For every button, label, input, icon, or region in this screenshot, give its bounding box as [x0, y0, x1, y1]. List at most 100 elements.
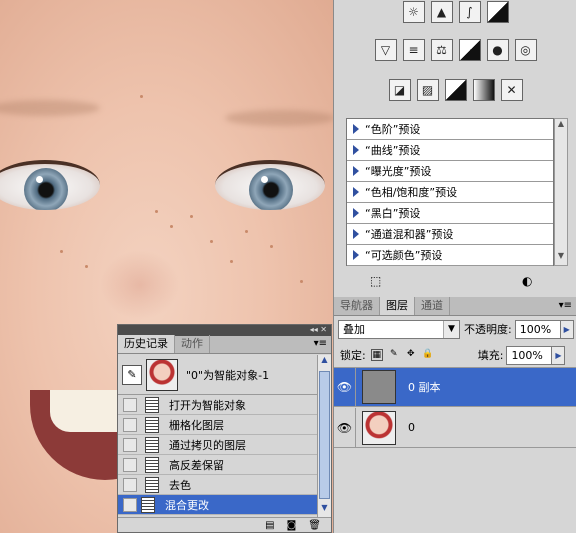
panel-options-icon[interactable]: ◐ — [522, 274, 532, 288]
expand-arrow-icon[interactable] — [353, 229, 359, 239]
expand-arrow-icon[interactable] — [353, 145, 359, 155]
lock-label: 锁定: — [340, 349, 366, 362]
photo-filter-icon[interactable]: ● — [486, 39, 509, 61]
new-document-from-state-icon[interactable]: ▤ — [265, 520, 274, 531]
layer-row[interactable]: 👁 0 副本 — [334, 367, 576, 407]
document-step-icon — [145, 476, 159, 493]
lock-fill-row: 锁定: ▦ ✎ ✥ 🔒 填充: 100% ▶ — [334, 344, 576, 366]
left-eyebrow — [0, 100, 100, 116]
panel-menu-icon[interactable]: ▾≡ — [559, 297, 576, 315]
history-brush-checkbox[interactable] — [123, 397, 137, 412]
history-brush-checkbox[interactable] — [123, 417, 137, 432]
tab-actions[interactable]: 动作 — [175, 335, 210, 353]
preset-item[interactable]: “通道混和器”预设 — [347, 224, 553, 245]
blend-opacity-row: 叠加 ▼ 不透明度: 100% ▶ — [334, 318, 576, 340]
nose — [100, 250, 180, 320]
levels-icon[interactable]: ▲ — [430, 1, 453, 23]
document-step-icon — [141, 496, 155, 513]
history-scrollbar[interactable]: ▲ ▼ — [317, 355, 331, 517]
preset-item[interactable]: “可选颜色”预设 — [347, 245, 553, 266]
lock-transparency-icon[interactable]: ▦ — [370, 349, 383, 361]
threshold-icon[interactable] — [444, 79, 467, 101]
posterize-icon[interactable]: ▨ — [416, 79, 439, 101]
history-snapshot[interactable]: ✎ "0"为智能对象-1 — [118, 355, 317, 395]
history-step[interactable]: 栅格化图层 — [118, 415, 317, 435]
visibility-eye-icon[interactable]: 👁 — [334, 407, 356, 448]
panel-menu-icon[interactable]: ▾≡ — [314, 335, 331, 353]
layers-panel-tabs: 导航器 图层 通道 ▾≡ — [334, 297, 576, 316]
opacity-input[interactable]: 100% ▶ — [514, 319, 574, 339]
brightness-icon[interactable]: ☼ — [402, 1, 425, 23]
scrollbar-thumb[interactable] — [319, 371, 330, 499]
adjustment-icons-row-3: ◪ ▨ ✕ — [334, 79, 576, 101]
trash-icon[interactable]: 🗑 — [308, 520, 321, 531]
document-step-icon — [145, 396, 159, 413]
document-step-icon — [145, 456, 159, 473]
preset-item[interactable]: “黑白”预设 — [347, 203, 553, 224]
curves-icon[interactable]: ∫ — [458, 1, 481, 23]
hue-saturation-icon[interactable]: ≡ — [402, 39, 425, 61]
fill-label: 填充: — [477, 349, 504, 362]
lock-all-icon[interactable]: 🔒 — [422, 349, 434, 361]
tab-layers[interactable]: 图层 — [380, 297, 415, 315]
lock-pixels-icon[interactable]: ✎ — [388, 349, 400, 361]
fill-input[interactable]: 100% ▶ — [506, 345, 566, 365]
invert-icon[interactable]: ◪ — [388, 79, 411, 101]
scroll-down-icon[interactable]: ▼ — [555, 251, 567, 265]
expand-arrow-icon[interactable] — [353, 124, 359, 134]
snapshot-thumbnail — [146, 358, 178, 391]
black-white-icon[interactable] — [458, 39, 481, 61]
tab-navigator[interactable]: 导航器 — [334, 297, 380, 315]
history-brush-checkbox[interactable] — [123, 457, 137, 472]
tab-history[interactable]: 历史记录 — [118, 335, 175, 353]
history-step[interactable]: 高反差保留 — [118, 455, 317, 475]
lock-position-icon[interactable]: ✥ — [405, 349, 417, 361]
tab-channels[interactable]: 通道 — [415, 297, 450, 315]
layers-panel: 导航器 图层 通道 ▾≡ 叠加 ▼ 不透明度: 100% ▶ 锁定: ▦ ✎ ✥… — [333, 297, 576, 533]
presets-scrollbar[interactable]: ▲ ▼ — [554, 118, 568, 266]
scroll-up-icon[interactable]: ▲ — [318, 355, 331, 369]
scroll-down-icon[interactable]: ▼ — [318, 503, 331, 517]
preset-item[interactable]: “曝光度”预设 — [347, 161, 553, 182]
layer-row[interactable]: 👁 0 — [334, 407, 576, 448]
fill-slider-arrow-icon[interactable]: ▶ — [551, 345, 566, 365]
channel-mixer-icon[interactable]: ◎ — [514, 39, 537, 61]
adjustment-icons-row-1: ☼ ▲ ∫ — [334, 1, 576, 23]
exposure-icon[interactable] — [486, 1, 509, 23]
history-brush-source-icon[interactable]: ✎ — [122, 364, 142, 385]
history-footer: ▤ ◙ 🗑 — [118, 517, 331, 533]
adjustments-panel: ☼ ▲ ∫ ▽ ≡ ⚖ ● ◎ ◪ ▨ ✕ “色阶”预设 “曲线”预设 “曝光度… — [333, 0, 576, 297]
expand-arrow-icon[interactable] — [353, 208, 359, 218]
color-balance-icon[interactable]: ⚖ — [430, 39, 453, 61]
presets-list: “色阶”预设 “曲线”预设 “曝光度”预设 “色相/饱和度”预设 “黑白”预设 … — [346, 118, 554, 266]
preset-item[interactable]: “色阶”预设 — [347, 119, 553, 140]
snapshot-label: "0"为智能对象-1 — [186, 368, 270, 382]
layer-name: 0 副本 — [408, 381, 441, 394]
visibility-eye-icon[interactable]: 👁 — [334, 367, 356, 407]
history-brush-checkbox[interactable] — [123, 497, 137, 512]
blend-mode-select[interactable]: 叠加 ▼ — [338, 319, 460, 339]
history-panel: ◂◂ ✕ 历史记录 动作 ▾≡ ✎ "0"为智能对象-1 打开为智能对象 栅格化… — [117, 324, 332, 533]
chevron-down-icon[interactable]: ▼ — [443, 320, 459, 338]
clip-layer-icon[interactable]: ⬚ — [370, 274, 381, 288]
scroll-up-icon[interactable]: ▲ — [555, 119, 567, 133]
new-snapshot-icon[interactable]: ◙ — [287, 520, 297, 531]
opacity-label: 不透明度: — [464, 323, 512, 336]
opacity-slider-arrow-icon[interactable]: ▶ — [559, 319, 574, 339]
vibrance-icon[interactable]: ▽ — [374, 39, 397, 61]
history-step[interactable]: 打开为智能对象 — [118, 395, 317, 415]
expand-arrow-icon[interactable] — [353, 166, 359, 176]
document-step-icon — [145, 416, 159, 433]
expand-arrow-icon[interactable] — [353, 250, 359, 260]
preset-item[interactable]: “曲线”预设 — [347, 140, 553, 161]
history-brush-checkbox[interactable] — [123, 437, 137, 452]
history-step[interactable]: 去色 — [118, 475, 317, 495]
history-step[interactable]: 混合更改 — [118, 495, 317, 515]
gradient-map-icon[interactable] — [472, 79, 495, 101]
selective-color-icon[interactable]: ✕ — [500, 79, 523, 101]
preset-item[interactable]: “色相/饱和度”预设 — [347, 182, 553, 203]
history-step[interactable]: 通过拷贝的图层 — [118, 435, 317, 455]
right-eyebrow — [225, 110, 333, 126]
history-brush-checkbox[interactable] — [123, 477, 137, 492]
expand-arrow-icon[interactable] — [353, 187, 359, 197]
